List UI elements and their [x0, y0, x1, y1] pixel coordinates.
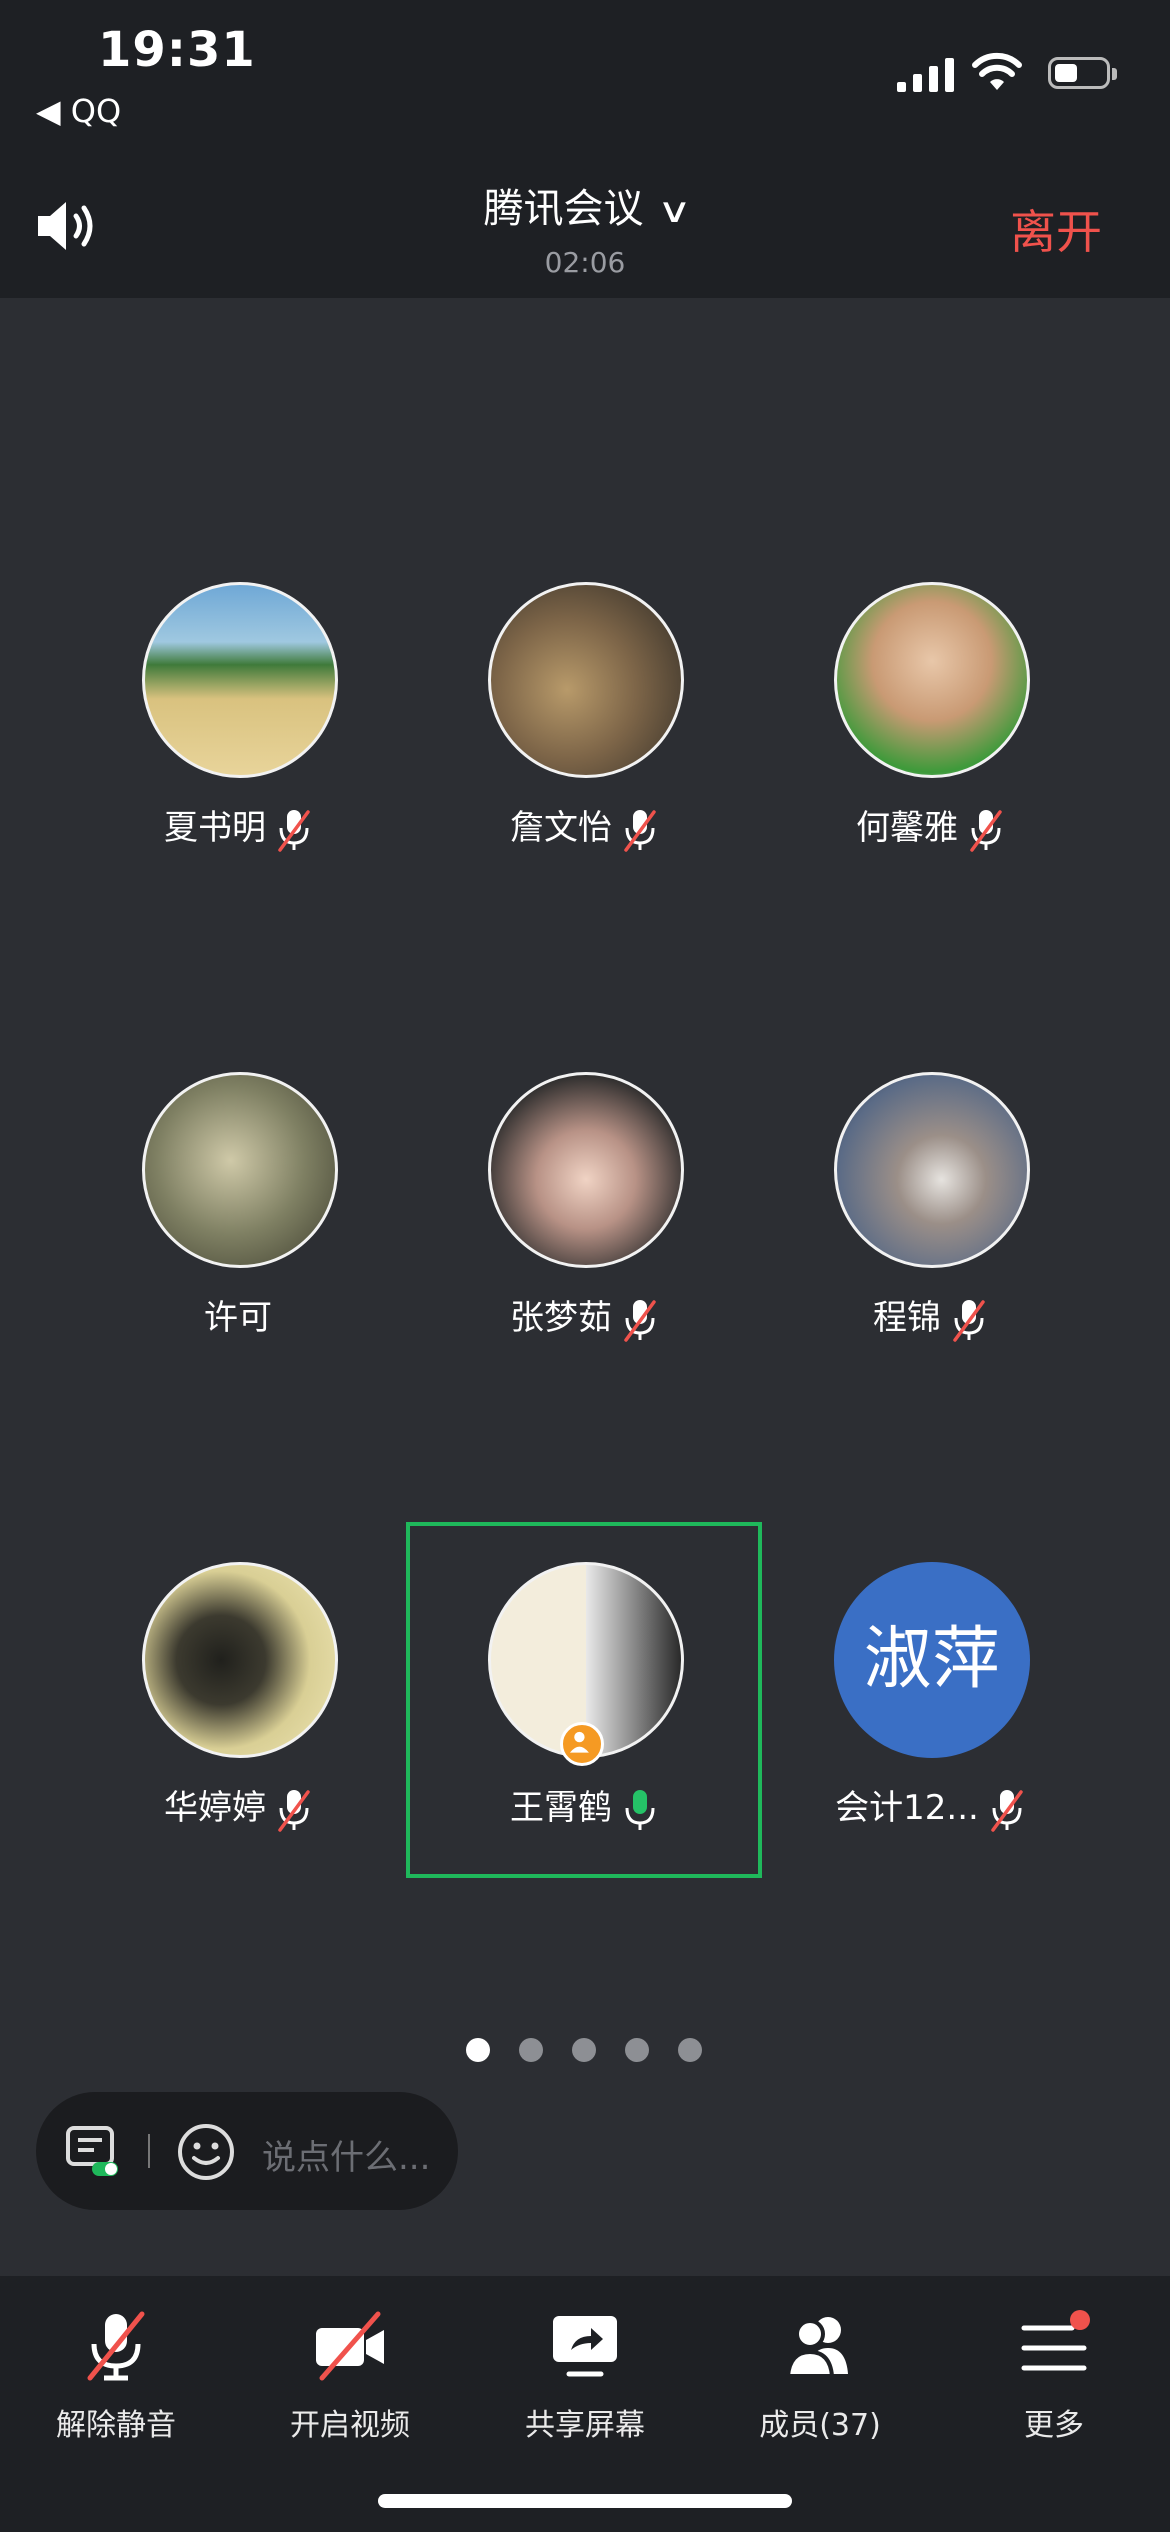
avatar	[142, 582, 338, 778]
members-label: 成员(37)	[759, 2408, 881, 2443]
share-screen-icon	[553, 2316, 617, 2377]
participant-tile[interactable]: 詹文怡	[434, 562, 734, 862]
participant-name-text: 华婷婷	[164, 1788, 266, 1828]
microphone-muted-icon	[979, 1788, 1025, 1832]
microphone-muted-icon	[266, 808, 312, 852]
participant-tile[interactable]: 张梦茹	[434, 1052, 734, 1352]
participant-name: 何馨雅	[780, 800, 1080, 852]
members-button[interactable]: 成员(37)	[720, 2300, 920, 2470]
participant-name: 张梦茹	[434, 1290, 734, 1342]
chat-placeholder: 说点什么...	[262, 2138, 431, 2178]
more-button[interactable]: 更多	[954, 2300, 1154, 2470]
page-dot[interactable]	[572, 2038, 596, 2062]
participant-name-text: 詹文怡	[510, 808, 612, 848]
page-dot[interactable]	[678, 2038, 702, 2062]
avatar	[834, 1072, 1030, 1268]
chevron-down-icon: ∨	[656, 191, 692, 231]
participant-tile[interactable]: 夏书明	[88, 562, 388, 862]
avatar	[834, 582, 1030, 778]
participant-tile[interactable]: 何馨雅	[780, 562, 1080, 862]
avatar-initials: 淑萍	[863, 1620, 1000, 1699]
participant-name-text: 会计12...	[835, 1788, 979, 1828]
microphone-muted-icon	[87, 2311, 145, 2381]
avatar	[142, 1562, 338, 1758]
members-icon	[785, 2317, 848, 2378]
meeting-header: 腾讯会议 ∨ 02:06 离开	[0, 150, 1170, 298]
back-to-qq-link[interactable]: ◀ QQ	[36, 92, 121, 130]
microphone-muted-icon	[941, 1298, 987, 1342]
meeting-title-dropdown[interactable]: 腾讯会议 ∨	[0, 176, 1170, 234]
participant-name: 会计12...	[780, 1780, 1080, 1832]
avatar	[142, 1072, 338, 1268]
emoji-icon[interactable]	[176, 2122, 236, 2182]
divider	[148, 2134, 150, 2168]
participant-name: 詹文怡	[434, 800, 734, 852]
unmute-label: 解除静音	[56, 2408, 176, 2443]
participant-name-text: 张梦茹	[510, 1298, 612, 1338]
page-dot[interactable]	[519, 2038, 543, 2062]
meeting-timer: 02:06	[544, 246, 626, 279]
start-video-label: 开启视频	[290, 2408, 410, 2443]
start-video-button[interactable]: 开启视频	[250, 2300, 450, 2470]
participant-name-text: 夏书明	[164, 808, 266, 848]
more-label: 更多	[1024, 2408, 1084, 2443]
participant-name: 华婷婷	[88, 1780, 388, 1832]
microphone-muted-icon	[612, 808, 658, 852]
leave-button[interactable]: 离开	[1010, 196, 1102, 262]
microphone-muted-icon	[958, 808, 1004, 852]
status-time: 19:31	[98, 22, 256, 78]
host-badge-icon	[560, 1722, 604, 1766]
microphone-muted-icon	[612, 1298, 658, 1342]
meeting-title: 腾讯会议	[483, 186, 644, 232]
microphone-muted-icon	[266, 1788, 312, 1832]
participant-tile[interactable]: 程锦	[780, 1052, 1080, 1352]
wifi-icon	[972, 52, 1022, 90]
avatar: 淑萍	[834, 1562, 1030, 1758]
avatar	[488, 582, 684, 778]
status-bar: 19:31 ◀ QQ	[0, 0, 1170, 150]
participant-tile[interactable]: 许可	[88, 1052, 388, 1352]
page-dot[interactable]	[625, 2038, 649, 2062]
home-indicator[interactable]	[378, 2494, 792, 2508]
video-off-icon	[316, 2311, 384, 2381]
unmute-button[interactable]: 解除静音	[16, 2300, 216, 2470]
page-dot[interactable]	[466, 2038, 490, 2062]
participant-name: 程锦	[780, 1290, 1080, 1342]
participant-tile[interactable]: 淑萍会计12...	[780, 1542, 1080, 1842]
participant-name: 许可	[88, 1290, 388, 1339]
participant-name-text: 许可	[204, 1298, 272, 1338]
participant-name: 夏书明	[88, 800, 388, 852]
participant-name-text: 何馨雅	[856, 808, 958, 848]
participant-name-text: 程锦	[873, 1298, 941, 1338]
avatar	[488, 1072, 684, 1268]
chat-input-bar[interactable]: 说点什么...	[36, 2092, 458, 2210]
share-screen-button[interactable]: 共享屏幕	[485, 2300, 685, 2470]
active-speaker-highlight	[406, 1522, 762, 1878]
participant-tile[interactable]: 华婷婷	[88, 1542, 388, 1842]
more-menu-icon	[1021, 2310, 1090, 2371]
subtitle-toggle-icon[interactable]	[64, 2122, 124, 2182]
battery-icon	[1048, 57, 1117, 89]
share-screen-label: 共享屏幕	[525, 2408, 645, 2443]
cellular-signal-icon	[897, 58, 954, 92]
